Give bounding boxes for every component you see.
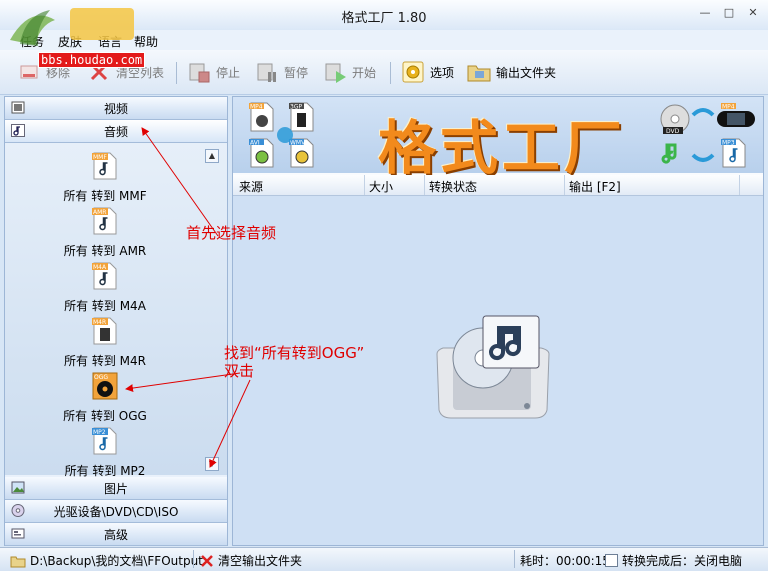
category-picture[interactable]: 图片 bbox=[5, 477, 227, 500]
output-path-link[interactable]: D:\Backup\我的文档\FFOutput bbox=[10, 552, 203, 569]
category-video[interactable]: 视频 bbox=[5, 97, 227, 120]
mmf-file-icon: MMF bbox=[92, 152, 117, 180]
output-folder-button[interactable]: 输出文件夹 bbox=[466, 58, 556, 86]
window-controls: — □ ✕ bbox=[698, 6, 760, 20]
main-panel: MP4 3GP AVI WMV 格式工厂 DVD MP4 MP3 来源 大小 转… bbox=[232, 96, 764, 546]
audio-format-list: ▲ MMF 所有 转到 MMF AMR 所有 转到 AMR M4A 所有 转到 … bbox=[5, 143, 227, 478]
elapsed-time: 耗时：00:00:15 bbox=[520, 554, 610, 568]
column-status[interactable]: 转换状态 bbox=[429, 178, 477, 195]
category-advanced[interactable]: 高级 bbox=[5, 523, 227, 546]
m4r-file-icon: M4R bbox=[92, 317, 117, 345]
mp2-file-icon: MP2 bbox=[92, 427, 117, 455]
svg-text:WMV: WMV bbox=[290, 140, 306, 147]
app-banner-title: 格式工厂 bbox=[378, 114, 627, 182]
clear-output-folder-button[interactable]: 清空输出文件夹 bbox=[200, 552, 302, 569]
advanced-icon bbox=[11, 528, 25, 539]
toolbar-separator bbox=[176, 62, 177, 84]
svg-text:MP3: MP3 bbox=[722, 140, 735, 147]
svg-text:AMR: AMR bbox=[93, 209, 106, 216]
m4a-file-icon: M4A bbox=[92, 262, 117, 290]
close-button[interactable]: ✕ bbox=[746, 6, 760, 20]
music-note-icon bbox=[11, 124, 25, 137]
format-item-amr[interactable]: AMR 所有 转到 AMR bbox=[5, 206, 205, 259]
watermark-url: bbs.houdao.com bbox=[38, 52, 146, 68]
svg-text:AVI: AVI bbox=[250, 140, 260, 147]
options-gear-icon bbox=[400, 59, 426, 85]
format-factory-logo-icon bbox=[436, 315, 550, 419]
svg-text:DVD: DVD bbox=[666, 128, 680, 135]
amr-file-icon: AMR bbox=[92, 207, 117, 235]
dvd-disc-icon: DVD bbox=[660, 104, 690, 135]
status-bar: D:\Backup\我的文档\FFOutput 清空输出文件夹 耗时：00:00… bbox=[0, 547, 768, 571]
svg-text:MP2: MP2 bbox=[93, 429, 106, 436]
music-notes-icon bbox=[661, 143, 677, 164]
svg-text:MMF: MMF bbox=[93, 154, 107, 161]
disc-icon bbox=[11, 504, 25, 517]
svg-text:M4A: M4A bbox=[93, 264, 107, 271]
shutdown-after-convert-checkbox[interactable]: 转换完成后：关闭电脑 bbox=[605, 552, 742, 569]
task-table-header: 来源 大小 转换状态 输出 [F2] bbox=[233, 175, 763, 196]
format-icons-right: DVD MP4 MP3 bbox=[660, 103, 755, 168]
mp3-file-icon: MP3 bbox=[721, 138, 746, 168]
category-sidebar: 视频 音频 ▲ MMF 所有 转到 MMF AMR 所有 转到 AMR M4A … bbox=[4, 96, 228, 546]
psp-device-icon: MP4 bbox=[717, 103, 755, 127]
svg-text:MP4: MP4 bbox=[722, 104, 735, 111]
pause-button[interactable]: 暂停 bbox=[254, 58, 308, 86]
picture-icon bbox=[11, 481, 25, 494]
format-item-mp2[interactable]: MP2 所有 转到 MP2 bbox=[5, 426, 205, 479]
wmv-file-icon: WMV bbox=[289, 138, 314, 168]
pause-icon bbox=[254, 59, 280, 85]
checkbox-box[interactable] bbox=[605, 554, 618, 567]
folder-icon bbox=[10, 556, 26, 567]
video-icon bbox=[11, 101, 25, 114]
category-audio[interactable]: 音频 bbox=[5, 120, 227, 143]
task-list[interactable] bbox=[233, 196, 763, 545]
format-item-mmf[interactable]: MMF 所有 转到 MMF bbox=[5, 151, 205, 204]
column-size[interactable]: 大小 bbox=[369, 178, 393, 195]
avi-file-icon: AVI bbox=[249, 138, 274, 168]
svg-text:M4R: M4R bbox=[93, 319, 106, 326]
maximize-button[interactable]: □ bbox=[722, 6, 736, 20]
annotation-select-audio: 首先选择音频 bbox=[186, 224, 277, 242]
minimize-button[interactable]: — bbox=[698, 6, 712, 20]
start-button[interactable]: 开始 bbox=[322, 58, 376, 86]
start-icon bbox=[322, 59, 348, 85]
options-button[interactable]: 选项 bbox=[400, 58, 454, 86]
format-item-ogg[interactable]: OGG 所有 转到 OGG bbox=[5, 371, 205, 424]
3gp-file-icon: 3GP bbox=[289, 102, 314, 132]
clear-icon bbox=[201, 554, 213, 567]
banner: MP4 3GP AVI WMV 格式工厂 DVD MP4 MP3 bbox=[233, 97, 763, 182]
mp4-file-icon: MP4 bbox=[249, 102, 274, 132]
category-rom-device[interactable]: 光驱设备\DVD\CD\ISO bbox=[5, 500, 227, 523]
stop-button[interactable]: 停止 bbox=[186, 58, 240, 86]
ogg-file-icon: OGG bbox=[92, 372, 118, 400]
folder-icon bbox=[466, 59, 492, 85]
format-icons-left: MP4 3GP AVI WMV bbox=[249, 102, 314, 168]
column-output[interactable]: 输出 [F2] bbox=[569, 178, 621, 195]
toolbar-separator bbox=[390, 62, 391, 84]
svg-text:3GP: 3GP bbox=[290, 104, 302, 111]
scroll-up-button[interactable]: ▲ bbox=[205, 149, 219, 163]
svg-text:OGG: OGG bbox=[94, 374, 108, 381]
format-item-m4a[interactable]: M4A 所有 转到 M4A bbox=[5, 261, 205, 314]
format-item-m4r[interactable]: M4R 所有 转到 M4R bbox=[5, 316, 205, 369]
annotation-double-click: 双击 bbox=[224, 362, 255, 380]
svg-text:MP4: MP4 bbox=[250, 104, 263, 111]
scroll-down-button[interactable]: ▼ bbox=[205, 457, 219, 471]
column-source[interactable]: 来源 bbox=[239, 178, 263, 195]
stop-icon bbox=[186, 59, 212, 85]
